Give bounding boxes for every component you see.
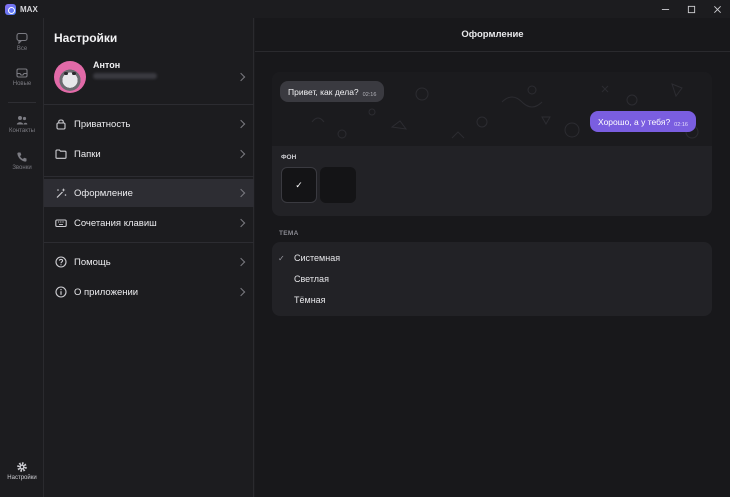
folder-icon bbox=[55, 148, 67, 160]
background-swatch-plain[interactable] bbox=[320, 167, 356, 203]
incoming-message-time: 02:16 bbox=[362, 91, 377, 98]
title-bar: MAX bbox=[0, 0, 730, 18]
menu-item-privacy[interactable]: Приватность bbox=[44, 110, 254, 138]
theme-label: ТЕМА bbox=[279, 230, 299, 237]
chevron-right-icon bbox=[236, 119, 246, 129]
rail-label-settings: Настройки bbox=[7, 475, 37, 481]
rail-item-all[interactable]: Все bbox=[0, 32, 44, 52]
rail-divider bbox=[8, 102, 36, 103]
lock-icon bbox=[55, 118, 67, 130]
magic-wand-icon bbox=[55, 187, 67, 199]
nav-rail: Все Новые Контакты Звонки Настройки bbox=[0, 18, 44, 497]
rail-label-new: Новые bbox=[12, 81, 32, 87]
chevron-right-icon bbox=[236, 287, 246, 297]
page-title: Оформление bbox=[255, 18, 730, 52]
minimize-button[interactable] bbox=[652, 0, 678, 18]
check-icon: ✓ bbox=[278, 253, 285, 263]
help-icon bbox=[55, 256, 67, 268]
keyboard-icon bbox=[55, 217, 67, 229]
menu-label-shortcuts: Сочетания клавиш bbox=[74, 217, 157, 229]
profile-phone-blurred bbox=[93, 73, 157, 79]
outgoing-message-text: Хорошо, а у тебя? bbox=[598, 116, 671, 127]
chat-preview: Привет, как дела? 02:16 Хорошо, а у тебя… bbox=[272, 72, 712, 146]
phone-icon bbox=[17, 152, 27, 162]
gear-icon bbox=[17, 462, 27, 472]
outgoing-message-time: 02:16 bbox=[674, 121, 688, 128]
rail-label-contacts: Контакты bbox=[9, 128, 35, 134]
rail-item-calls[interactable]: Звонки bbox=[0, 151, 44, 171]
appearance-pane: Оформление Привет, как дела? 02:16 Хорош… bbox=[255, 18, 730, 497]
theme-option-label: Системная bbox=[294, 253, 341, 263]
menu-label-help: Помощь bbox=[74, 256, 111, 268]
theme-option-system[interactable]: ✓ Системная bbox=[272, 248, 712, 268]
menu-item-appearance[interactable]: Оформление bbox=[44, 179, 254, 207]
menu-label-appearance: Оформление bbox=[74, 187, 133, 199]
chevron-right-icon bbox=[236, 218, 246, 228]
chevron-right-icon bbox=[236, 188, 246, 198]
close-icon bbox=[713, 5, 721, 13]
theme-option-label: Тёмная bbox=[294, 295, 326, 305]
divider bbox=[44, 104, 254, 105]
menu-item-about[interactable]: О приложении bbox=[44, 278, 254, 306]
theme-option-label: Светлая bbox=[294, 274, 329, 284]
menu-label-about: О приложении bbox=[74, 286, 139, 298]
menu-item-help[interactable]: Помощь bbox=[44, 248, 254, 276]
check-icon: ✓ bbox=[295, 179, 303, 190]
menu-item-folders[interactable]: Папки bbox=[44, 140, 254, 168]
menu-item-shortcuts[interactable]: Сочетания клавиш bbox=[44, 209, 254, 237]
settings-panel: Настройки Антон Приватность Папки Оформл… bbox=[44, 18, 254, 497]
profile-row[interactable]: Антон bbox=[44, 58, 254, 96]
background-swatch-doodle[interactable]: ✓ bbox=[281, 167, 317, 203]
chevron-right-icon bbox=[236, 72, 246, 82]
chevron-right-icon bbox=[236, 149, 246, 159]
panel-title: Настройки bbox=[54, 31, 118, 45]
chevron-right-icon bbox=[236, 257, 246, 267]
contacts-icon bbox=[16, 116, 28, 125]
background-card: Привет, как дела? 02:16 Хорошо, а у тебя… bbox=[272, 72, 712, 216]
divider bbox=[44, 242, 254, 243]
menu-label-folders: Папки bbox=[74, 148, 101, 160]
rail-item-contacts[interactable]: Контакты bbox=[0, 114, 44, 134]
outgoing-message-bubble: Хорошо, а у тебя? 02:16 bbox=[590, 111, 696, 132]
avatar bbox=[54, 61, 86, 93]
close-button[interactable] bbox=[704, 0, 730, 18]
background-label: ФОН bbox=[281, 154, 297, 161]
window-controls bbox=[652, 0, 730, 18]
rail-item-new[interactable]: Новые bbox=[0, 67, 44, 87]
info-icon bbox=[55, 286, 67, 298]
theme-option-light[interactable]: Светлая bbox=[272, 269, 712, 289]
divider bbox=[44, 176, 254, 177]
app-logo-icon bbox=[5, 3, 16, 15]
rail-label-all: Все bbox=[16, 46, 28, 52]
theme-card: ✓ Системная Светлая Тёмная bbox=[272, 242, 712, 316]
theme-option-dark[interactable]: Тёмная bbox=[272, 290, 712, 310]
maximize-icon bbox=[687, 5, 695, 13]
rail-label-calls: Звонки bbox=[12, 165, 32, 171]
profile-name: Антон bbox=[93, 60, 121, 70]
menu-label-privacy: Приватность bbox=[74, 118, 131, 130]
inbox-icon bbox=[16, 68, 28, 78]
app-title: MAX bbox=[20, 4, 38, 14]
chat-icon bbox=[16, 32, 28, 44]
incoming-message-text: Привет, как дела? bbox=[288, 86, 359, 97]
minimize-icon bbox=[661, 8, 669, 10]
incoming-message-bubble: Привет, как дела? 02:16 bbox=[280, 81, 385, 102]
maximize-button[interactable] bbox=[678, 0, 704, 18]
rail-item-settings[interactable]: Настройки bbox=[0, 461, 44, 481]
